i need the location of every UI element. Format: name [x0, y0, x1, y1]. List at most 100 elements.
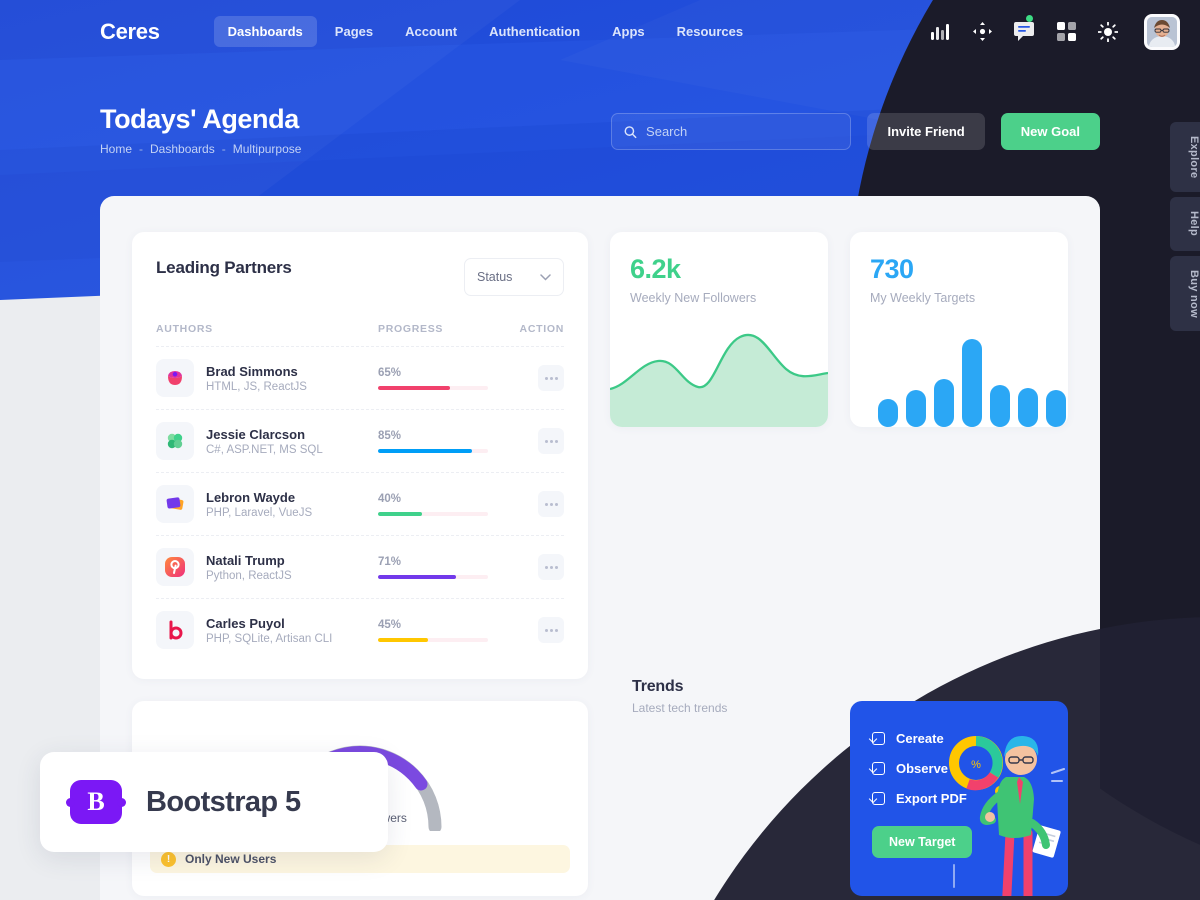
nav-link-account[interactable]: Account — [391, 16, 471, 47]
table-row[interactable]: Brad Simmons HTML, JS, ReactJS 65% — [156, 346, 564, 409]
breadcrumb: Home - Dashboards - Multipurpose — [100, 142, 301, 156]
breadcrumb-dashboards[interactable]: Dashboards — [150, 142, 215, 156]
plurk-logo-icon — [156, 359, 194, 397]
row-actions-button[interactable] — [538, 428, 564, 454]
header-tools: Invite Friend New Goal — [611, 113, 1100, 150]
diamond-nodes-icon[interactable] — [970, 20, 994, 44]
top-navbar: Ceres Dashboards Pages Account Authentic… — [0, 0, 1200, 63]
partner-name: Jessie Clarcson — [206, 426, 306, 442]
partner-name: Lebron Wayde — [206, 489, 296, 505]
breadcrumb-multipurpose[interactable]: Multipurpose — [233, 142, 302, 156]
nav-link-apps[interactable]: Apps — [598, 16, 659, 47]
progress-percent: 85% — [378, 429, 402, 442]
breadcrumb-separator: - — [139, 142, 144, 156]
table-row[interactable]: Jessie Clarcson C#, ASP.NET, MS SQL 85% — [156, 409, 564, 472]
nav-link-resources[interactable]: Resources — [663, 16, 757, 47]
partner-name: Brad Simmons — [206, 363, 298, 379]
row-actions-button[interactable] — [538, 491, 564, 517]
page-title: Todays' Agenda — [100, 104, 299, 134]
bootstrap-logo-letter: B — [87, 787, 105, 816]
search-input[interactable] — [646, 124, 839, 139]
brand-logo[interactable]: Ceres — [100, 19, 160, 45]
app-root: Ceres Dashboards Pages Account Authentic… — [0, 0, 1200, 900]
user-avatar[interactable] — [1144, 13, 1180, 50]
column-authors: AUTHORS — [156, 323, 213, 335]
gauge-alert-text: Only New Users — [185, 852, 277, 866]
weekly-targets-card: 730 My Weekly Targets — [850, 232, 1068, 427]
invite-friend-button[interactable]: Invite Friend — [867, 113, 985, 150]
bootstrap-badge: B Bootstrap 5 — [40, 752, 388, 852]
weekly-followers-card: 6.2k Weekly New Followers — [610, 232, 828, 427]
row-actions-button[interactable] — [538, 365, 564, 391]
checkbox-icon — [872, 762, 885, 775]
partner-skills: PHP, Laravel, VueJS — [206, 506, 313, 519]
page-header: Todays' Agenda Home - Dashboards - Multi… — [100, 104, 301, 156]
progress-bar — [378, 574, 488, 579]
partner-skills: PHP, SQLite, Artisan CLI — [206, 632, 333, 645]
checkbox-icon — [872, 732, 885, 745]
table-row[interactable]: Lebron Wayde PHP, Laravel, VueJS 40% — [156, 472, 564, 535]
table-row[interactable]: Carles Puyol PHP, SQLite, Artisan CLI 45… — [156, 598, 564, 661]
status-select-value: Status — [477, 270, 513, 284]
nav-link-dashboards[interactable]: Dashboards — [213, 16, 317, 47]
weekly-targets-value: 730 — [870, 254, 914, 284]
weekly-followers-value: 6.2k — [630, 254, 681, 284]
partner-name: Natali Trump — [206, 552, 285, 568]
notification-dot — [1026, 14, 1033, 22]
progress-percent: 45% — [378, 618, 402, 631]
nav-icon-group — [928, 13, 1180, 50]
table-row[interactable]: Natali Trump Python, ReactJS 71% — [156, 535, 564, 598]
nine-logo-icon — [156, 548, 194, 586]
checkbox-icon — [872, 792, 885, 805]
person-illustration: % — [924, 715, 1068, 896]
breadcrumb-separator: - — [221, 142, 226, 156]
warning-icon: ! — [161, 851, 176, 867]
chevron-down-icon — [540, 273, 551, 281]
progress-bar — [378, 385, 488, 390]
cards-logo-icon — [156, 485, 194, 523]
new-goal-button[interactable]: New Goal — [1000, 113, 1100, 150]
side-tab-explore[interactable]: Explore — [1170, 122, 1200, 193]
nav-link-authentication[interactable]: Authentication — [475, 16, 594, 47]
row-actions-button[interactable] — [538, 554, 564, 580]
progress-bar — [378, 637, 488, 642]
search-icon — [624, 125, 637, 138]
partner-skills: Python, ReactJS — [206, 569, 292, 582]
leading-partners-card: Leading Partners Status AUTHORS PROGRESS… — [132, 232, 588, 679]
breadcrumb-home[interactable]: Home — [100, 142, 132, 156]
progress-percent: 65% — [378, 366, 402, 379]
svg-text:%: % — [971, 759, 981, 771]
area-chart — [610, 333, 828, 427]
leading-partners-title: Leading Partners — [156, 258, 292, 277]
chat-bubble-icon[interactable] — [1012, 14, 1036, 44]
column-action: ACTION — [519, 323, 564, 335]
nav-link-pages[interactable]: Pages — [321, 16, 387, 47]
row-actions-button[interactable] — [538, 617, 564, 643]
side-tab-group: Explore Help Buy now — [1170, 122, 1200, 332]
weekly-targets-label: My Weekly Targets — [870, 291, 976, 305]
progress-bar — [378, 511, 488, 516]
progress-percent: 40% — [378, 492, 402, 505]
nav-links: Dashboards Pages Account Authentication … — [213, 16, 757, 47]
bar-chart — [878, 339, 1066, 427]
column-progress: PROGRESS — [378, 323, 444, 335]
partner-skills: C#, ASP.NET, MS SQL — [206, 443, 323, 456]
weekly-followers-label: Weekly New Followers — [630, 291, 757, 305]
partner-skills: HTML, JS, ReactJS — [206, 380, 307, 393]
bootstrap-badge-text: Bootstrap 5 — [146, 785, 301, 818]
side-tab-help[interactable]: Help — [1170, 197, 1200, 251]
progress-bar — [378, 448, 488, 453]
status-select[interactable]: Status — [464, 258, 564, 296]
bootstrap-logo-icon: B — [66, 780, 126, 824]
partner-name: Carles Puyol — [206, 615, 285, 631]
side-tab-buy-now[interactable]: Buy now — [1170, 255, 1200, 332]
partners-table-header: AUTHORS PROGRESS ACTION — [156, 323, 564, 346]
grid-squares-icon[interactable] — [1054, 20, 1078, 44]
clover-logo-icon — [156, 422, 194, 460]
progress-percent: 71% — [378, 555, 402, 568]
search-box[interactable] — [611, 113, 852, 150]
beats-logo-icon — [156, 611, 194, 649]
new-target-promo-card: Cereate Observe Export PDF New Target % — [850, 701, 1068, 896]
sun-theme-icon[interactable] — [1096, 20, 1120, 44]
chart-bars-icon[interactable] — [928, 20, 952, 44]
